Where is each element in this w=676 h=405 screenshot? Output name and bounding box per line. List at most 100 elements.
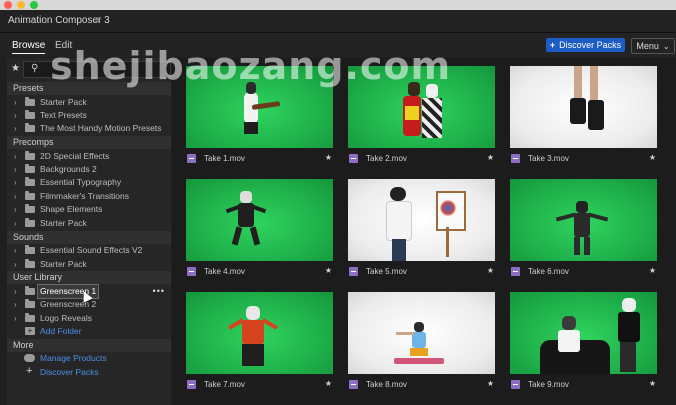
favorites-star-icon[interactable]: ★: [11, 63, 20, 74]
video-thumbnail[interactable]: [186, 179, 333, 261]
menu-dropdown[interactable]: Menu ⌄: [631, 38, 675, 54]
tab-browse[interactable]: Browse: [12, 40, 46, 54]
star-icon[interactable]: ★: [487, 153, 494, 162]
video-card[interactable]: Take 6.mov ★: [510, 179, 657, 282]
video-label: Take 1.mov: [204, 154, 245, 163]
video-card[interactable]: Take 7.mov ★: [186, 292, 333, 395]
discover-packs-button[interactable]: + Discover Packs: [546, 38, 625, 52]
chevron-right-icon[interactable]: ›: [14, 285, 17, 298]
section-user-library: User Library: [7, 271, 171, 284]
minimize-window-icon[interactable]: [17, 1, 25, 9]
video-thumbnail[interactable]: [510, 66, 657, 148]
folder-icon: [25, 245, 35, 254]
chevron-right-icon[interactable]: ›: [14, 312, 17, 325]
star-icon[interactable]: ★: [649, 379, 656, 388]
video-file-icon: [187, 267, 196, 276]
sidebar-item[interactable]: › Shape Elements: [7, 203, 171, 216]
video-file-icon: [511, 154, 520, 163]
chevron-right-icon[interactable]: ›: [14, 217, 17, 230]
chevron-down-icon: ⌄: [662, 41, 670, 51]
sidebar-item[interactable]: › Filmmaker's Transitions: [7, 190, 171, 203]
video-card[interactable]: Take 8.mov ★: [348, 292, 495, 395]
sidebar: ★ ⚲ Presets › Starter Pack › Text Presets …: [7, 58, 171, 405]
video-thumbnail[interactable]: [510, 292, 657, 374]
folder-icon: [25, 204, 35, 213]
video-label: Take 5.mov: [366, 267, 407, 276]
close-window-icon[interactable]: [4, 1, 12, 9]
sidebar-item-label: Starter Pack: [40, 97, 87, 107]
chevron-right-icon[interactable]: ›: [14, 258, 17, 271]
sidebar-item[interactable]: › Logo Reveals: [7, 312, 171, 325]
video-thumbnail[interactable]: [510, 179, 657, 261]
manage-products-label: Manage Products: [40, 353, 107, 363]
folder-icon: [25, 191, 35, 200]
folder-icon: [25, 110, 35, 119]
video-label: Take 2.mov: [366, 154, 407, 163]
chevron-right-icon[interactable]: ›: [14, 96, 17, 109]
video-label: Take 8.mov: [366, 380, 407, 389]
sidebar-item[interactable]: › The Most Handy Motion Presets: [7, 122, 171, 135]
video-thumbnail[interactable]: [348, 179, 495, 261]
video-file-icon: [511, 267, 520, 276]
chevron-right-icon[interactable]: ›: [14, 190, 17, 203]
search-icon: ⚲: [31, 63, 39, 74]
video-card[interactable]: Take 3.mov ★: [510, 66, 657, 169]
video-thumbnail[interactable]: [186, 292, 333, 374]
video-file-icon: [187, 154, 196, 163]
star-icon[interactable]: ★: [487, 266, 494, 275]
hamburger-icon[interactable]: ≡: [95, 15, 101, 26]
video-label: Take 9.mov: [528, 380, 569, 389]
video-label: Take 4.mov: [204, 267, 245, 276]
chevron-right-icon[interactable]: ›: [14, 109, 17, 122]
sidebar-item[interactable]: › Text Presets: [7, 109, 171, 122]
more-options-icon[interactable]: •••: [153, 285, 165, 298]
video-caption: Take 4.mov ★: [186, 265, 333, 279]
chevron-right-icon[interactable]: ›: [14, 122, 17, 135]
sidebar-item[interactable]: › Backgrounds 2: [7, 163, 171, 176]
sidebar-item-label: Starter Pack: [40, 259, 87, 269]
folder-icon: [25, 177, 35, 186]
section-sounds: Sounds: [7, 231, 171, 244]
video-file-icon: [187, 380, 196, 389]
folder-icon: [25, 286, 35, 295]
star-icon[interactable]: ★: [325, 153, 332, 162]
video-caption: Take 8.mov ★: [348, 378, 495, 392]
add-folder-icon: +: [25, 327, 35, 335]
star-icon[interactable]: ★: [325, 266, 332, 275]
sidebar-item[interactable]: › Starter Pack: [7, 217, 171, 230]
video-label: Take 6.mov: [528, 267, 569, 276]
video-thumbnail[interactable]: [348, 292, 495, 374]
sidebar-item[interactable]: › 2D Special Effects: [7, 150, 171, 163]
add-folder-label: Add Folder: [40, 326, 82, 336]
star-icon[interactable]: ★: [649, 153, 656, 162]
folder-icon: [25, 313, 35, 322]
plus-icon: +: [26, 365, 33, 377]
chevron-right-icon[interactable]: ›: [14, 176, 17, 189]
section-more: More: [7, 339, 171, 352]
sidebar-item[interactable]: › Starter Pack: [7, 258, 171, 271]
chevron-right-icon[interactable]: ›: [14, 163, 17, 176]
chevron-right-icon[interactable]: ›: [14, 150, 17, 163]
sidebar-item-label: Backgrounds 2: [40, 164, 97, 174]
zoom-window-icon[interactable]: [30, 1, 38, 9]
video-file-icon: [349, 267, 358, 276]
sidebar-item[interactable]: › Starter Pack: [7, 96, 171, 109]
chevron-right-icon[interactable]: ›: [14, 244, 17, 257]
video-caption: Take 7.mov ★: [186, 378, 333, 392]
folder-icon: [25, 259, 35, 268]
star-icon[interactable]: ★: [325, 379, 332, 388]
sidebar-item-label: Logo Reveals: [40, 313, 92, 323]
add-folder-button[interactable]: + Add Folder: [7, 325, 171, 338]
video-caption: Take 9.mov ★: [510, 378, 657, 392]
discover-packs-link[interactable]: + Discover Packs: [7, 365, 171, 379]
sidebar-item[interactable]: › Essential Typography: [7, 176, 171, 189]
video-card[interactable]: Take 4.mov ★: [186, 179, 333, 282]
star-icon[interactable]: ★: [487, 379, 494, 388]
video-card[interactable]: Take 5.mov ★: [348, 179, 495, 282]
video-card[interactable]: Take 9.mov ★: [510, 292, 657, 395]
chevron-right-icon[interactable]: ›: [14, 298, 17, 311]
chevron-right-icon[interactable]: ›: [14, 203, 17, 216]
manage-products-link[interactable]: Manage Products: [7, 352, 171, 365]
star-icon[interactable]: ★: [649, 266, 656, 275]
sidebar-item[interactable]: › Essential Sound Effects V2: [7, 244, 171, 257]
